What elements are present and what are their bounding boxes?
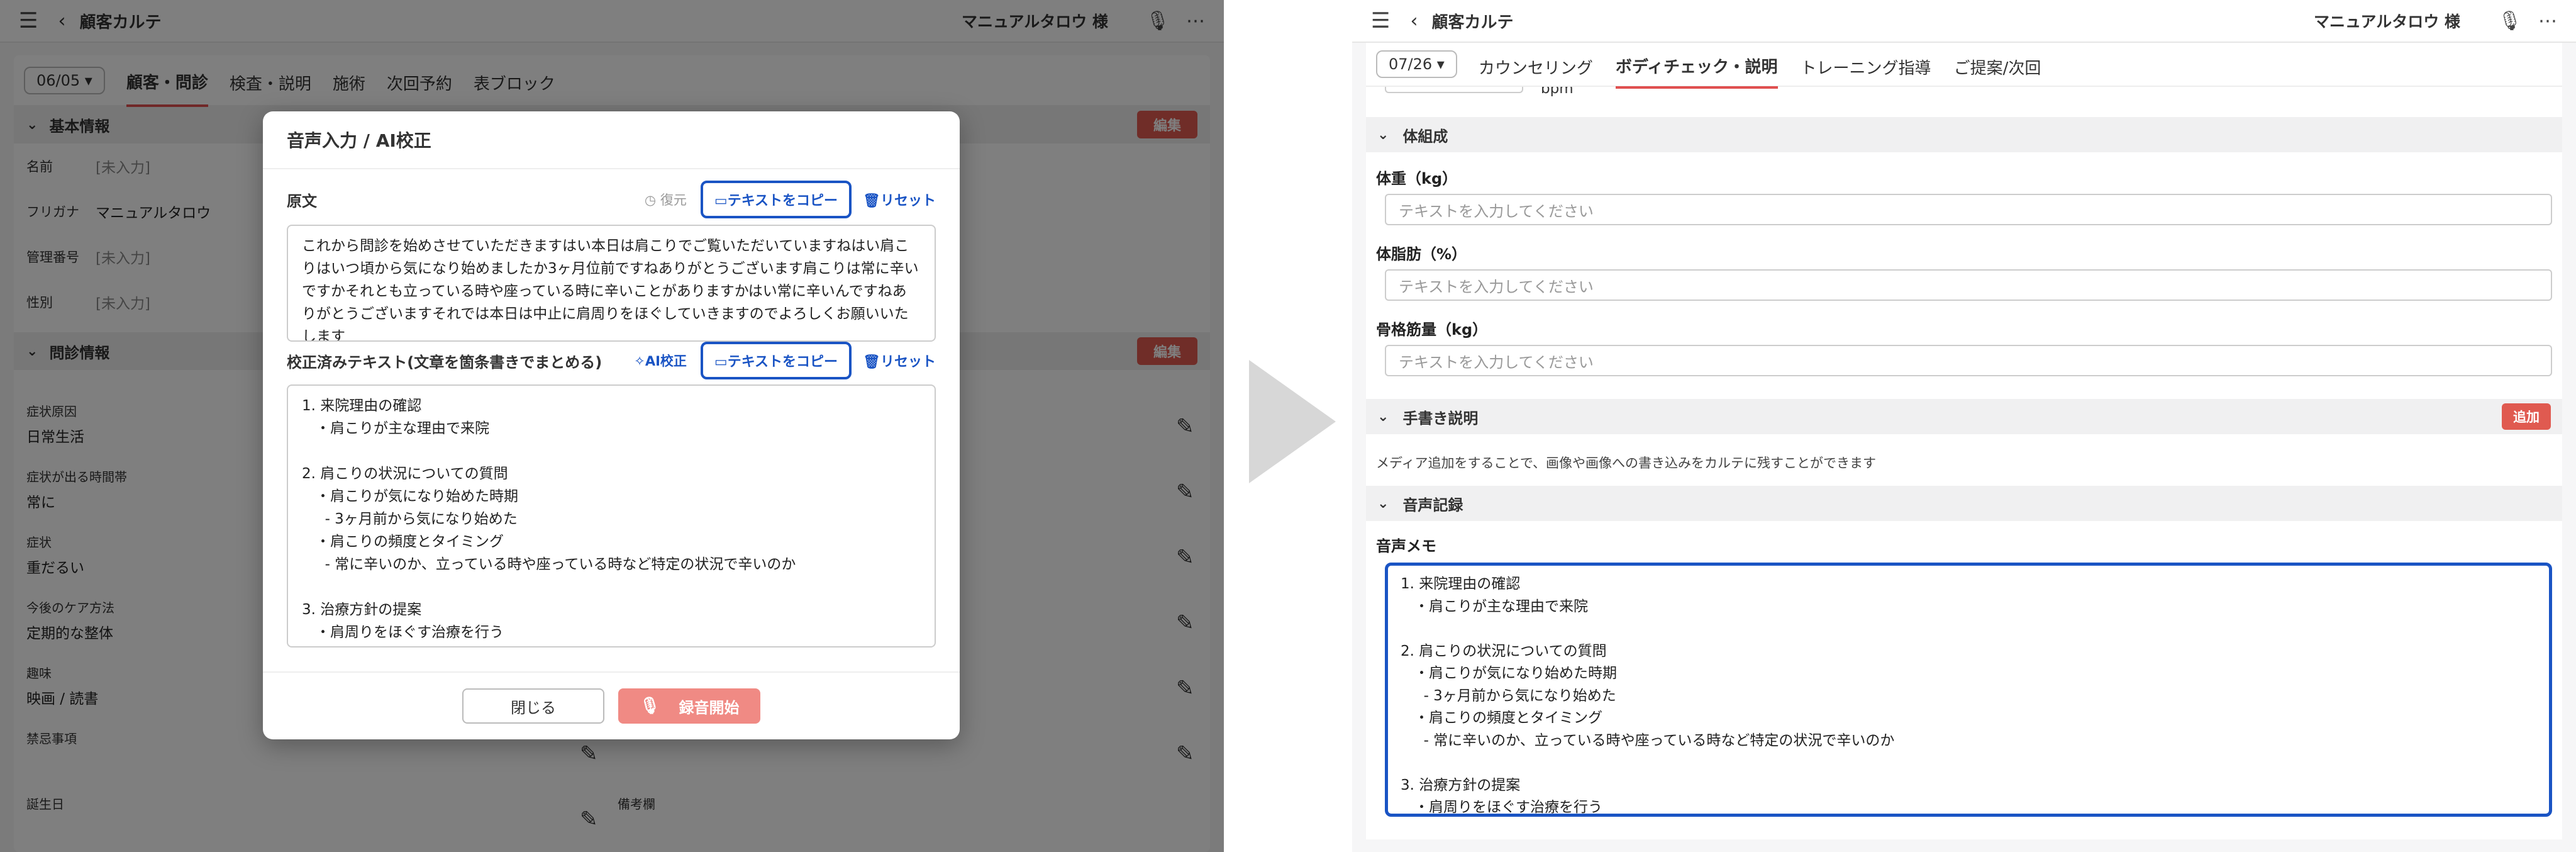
back-chevron-icon[interactable]: ‹: [1410, 10, 1418, 32]
trash-icon: 🗑: [863, 354, 880, 370]
add-media-button[interactable]: 追加: [2502, 403, 2551, 430]
weight-input[interactable]: テキストを入力してください: [1385, 194, 2552, 225]
microphone-icon: 🎙: [639, 697, 660, 715]
voice-memo-textarea[interactable]: 1. 来院理由の確認 ・肩こりが主な理由で来院 2. 肩こりの状況についての質問…: [1385, 563, 2552, 817]
muscle-mass-label: 骨格筋量（kg）: [1376, 321, 1488, 339]
voice-record-header[interactable]: ⌄ 音声記録: [1366, 486, 2562, 521]
muscle-mass-input[interactable]: テキストを入力してください: [1385, 345, 2552, 376]
chevron-down-icon: ⌄: [1377, 408, 1389, 425]
voice-ai-modal: 音声入力 / AI校正 原文 ◷ 復元 ▭テキストをコピー 🗑リセット これから…: [263, 111, 960, 739]
handwriting-header[interactable]: ⌄ 手書き説明 追加: [1366, 399, 2562, 434]
handwriting-note: メディア追加をすることで、画像や画像への書き込みをカルテに残すことができます: [1376, 456, 1877, 471]
copy-original-button[interactable]: ▭テキストをコピー: [700, 181, 852, 218]
more-options-icon[interactable]: ⋯: [2538, 10, 2557, 32]
ai-correct-button[interactable]: ✧AI校正: [634, 351, 687, 370]
original-textarea[interactable]: これから問診を始めさせていただきますはい本日は肩こりでご覧いただいていますねはい…: [287, 225, 936, 342]
clipboard-icon: ▭: [714, 354, 728, 370]
reset-corrected-button[interactable]: 🗑リセット: [863, 350, 936, 371]
modal-title: 音声入力 / AI校正: [263, 111, 960, 169]
tab-training[interactable]: トレーニング指導: [1801, 42, 1931, 87]
original-toolbar: 原文 ◷ 復元 ▭テキストをコピー 🗑リセット: [287, 181, 936, 218]
body-composition-header[interactable]: ⌄ 体組成: [1366, 117, 2562, 152]
body-fat-label: 体脂肪（%）: [1376, 245, 1467, 263]
original-label: 原文: [287, 192, 317, 210]
sparkle-icon: ✧: [634, 354, 645, 369]
section-title: 体組成: [1402, 127, 1448, 145]
copy-corrected-button[interactable]: ▭テキストをコピー: [700, 342, 852, 379]
chevron-down-icon: ⌄: [1377, 495, 1389, 512]
tab-bar: 07/26 ▾ カウンセリング ボディチェック・説明 トレーニング指導 ご提案/…: [1366, 40, 2562, 89]
restore-button[interactable]: ◷ 復元: [645, 190, 687, 209]
body-fat-input[interactable]: テキストを入力してください: [1385, 269, 2552, 301]
hamburger-menu-icon[interactable]: ☰: [1371, 8, 1390, 33]
left-screen: ☰ ‹ 顧客カルテ マニュアルタロウ 様 🎙 ⋯ 06/05 ▾ 顧客・問診 検…: [0, 0, 1224, 852]
user-name: マニュアルタロウ 様: [2313, 13, 2460, 31]
corrected-toolbar: 校正済みテキスト(文章を箇条書きでまとめる) ✧AI校正 ▭テキストをコピー 🗑…: [287, 342, 936, 379]
top-bar: ☰ ‹ 顧客カルテ マニュアルタロウ 様 🎙 ⋯: [1352, 0, 2576, 43]
reset-original-button[interactable]: 🗑リセット: [863, 189, 936, 210]
right-screen: ☰ ‹ 顧客カルテ マニュアルタロウ 様 🎙 ⋯ 07/26 ▾ カウンセリング…: [1352, 0, 2576, 852]
close-button[interactable]: 閉じる: [462, 688, 604, 724]
section-title: 手書き説明: [1402, 409, 1479, 427]
record-start-button[interactable]: 🎙 録音開始: [618, 688, 760, 724]
page-title: 顧客カルテ: [1431, 13, 1514, 32]
clipboard-icon: ▭: [714, 193, 728, 209]
transition-arrow-icon: [1249, 360, 1336, 483]
microphone-icon[interactable]: 🎙: [2498, 10, 2522, 32]
tab-counseling[interactable]: カウンセリング: [1479, 42, 1593, 87]
section-title: 音声記録: [1402, 496, 1463, 514]
weight-label: 体重（kg）: [1376, 170, 1458, 188]
tab-proposal[interactable]: ご提案/次回: [1954, 42, 2041, 87]
voice-memo-label: 音声メモ: [1376, 537, 1436, 555]
right-content: 07/26 ▾ カウンセリング ボディチェック・説明 トレーニング指導 ご提案/…: [1366, 43, 2562, 839]
tab-body-check[interactable]: ボディチェック・説明: [1615, 40, 1778, 89]
modal-footer: 閉じる 🎙 録音開始: [263, 671, 960, 739]
clock-icon: ◷: [644, 193, 657, 208]
corrected-label: 校正済みテキスト(文章を箇条書きでまとめる): [287, 353, 602, 371]
chevron-down-icon: ⌄: [1377, 126, 1389, 143]
trash-icon: 🗑: [863, 193, 880, 209]
date-selector[interactable]: 07/26 ▾: [1376, 50, 1457, 78]
corrected-textarea[interactable]: 1. 来院理由の確認 ・肩こりが主な理由で来院 2. 肩こりの状況についての質問…: [287, 384, 936, 647]
